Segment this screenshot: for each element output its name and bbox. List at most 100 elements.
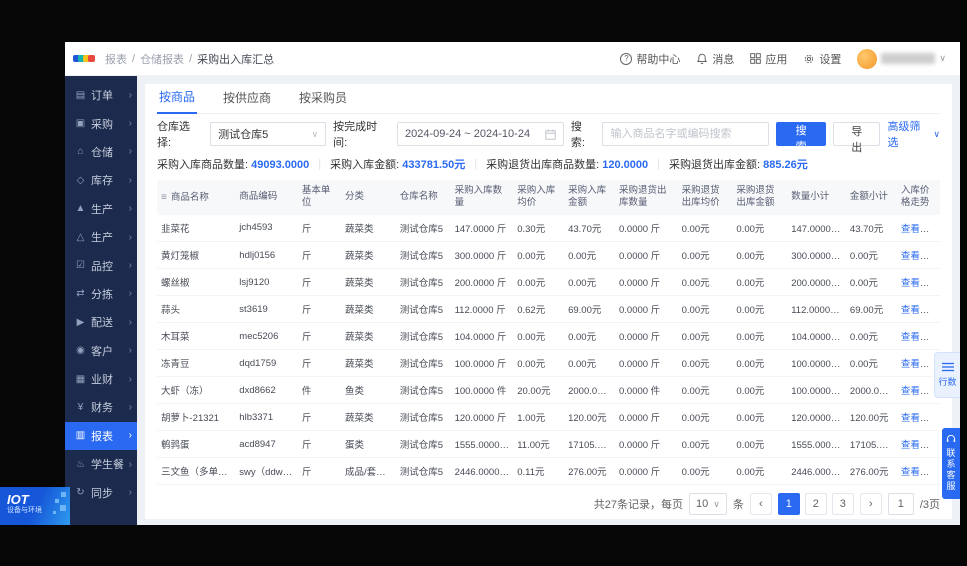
table-cell: 黄灯笼椒 — [157, 242, 235, 269]
view-details-link[interactable]: 查看详情 — [901, 278, 939, 289]
warehouse-select[interactable]: 测试仓库5 ∨ — [210, 122, 326, 146]
next-page-button[interactable]: › — [860, 493, 882, 515]
chevron-right-icon: › — [129, 487, 132, 498]
table-cell: 蔬菜类 — [341, 404, 396, 431]
sidebar-item-10[interactable]: ◉客户› — [65, 337, 137, 365]
summary-item: 采购退货出库商品数量: 120.0000 — [486, 156, 648, 172]
table-cell: 冻青豆 — [157, 350, 235, 377]
table-cell: 0.00元 — [732, 431, 787, 458]
table-cell: 木耳菜 — [157, 323, 235, 350]
sidebar-item-9[interactable]: ▶配送› — [65, 308, 137, 336]
iot-logo: IOT 设备与环境 — [0, 487, 70, 525]
settings-button[interactable]: 设置 — [803, 51, 841, 67]
sidebar-item-13[interactable]: ▥报表› — [65, 422, 137, 450]
table-cell: 120.00元 — [564, 404, 615, 431]
date-range-picker[interactable]: 2024-09-24 ~ 2024-10-24 — [397, 122, 564, 146]
table-cell: 0.0000 斤 — [615, 242, 678, 269]
column-header: 基本单位 — [298, 180, 341, 215]
search-label: 搜索: — [571, 118, 596, 150]
view-details-link[interactable]: 查看详情 — [901, 332, 939, 343]
record-count: 共27条记录，每页 — [594, 496, 683, 512]
table-cell: 三文鱼（多单位） — [157, 458, 235, 485]
gear-icon — [803, 53, 815, 65]
summary-bar: 采购入库商品数量: 49093.0000 | 采购入库金额: 433781.50… — [157, 154, 940, 180]
breadcrumb-reports[interactable]: 报表 — [105, 51, 127, 67]
sidebar-item-15[interactable]: ↻同步› — [65, 478, 137, 506]
tab-by-product[interactable]: 按商品 — [157, 88, 197, 114]
summary-value: 885.26元 — [763, 159, 808, 171]
table-cell: 0.00元 — [732, 377, 787, 404]
apps-button[interactable]: 应用 — [750, 51, 787, 67]
page-button-1[interactable]: 1 — [778, 493, 800, 515]
search-input[interactable] — [602, 122, 769, 146]
table-cell: 276.00元 — [846, 458, 897, 485]
page-size-select[interactable]: 10 ∨ — [689, 493, 727, 515]
tab-by-supplier[interactable]: 按供应商 — [221, 89, 273, 113]
table-cell: 蔬菜类 — [341, 215, 396, 242]
sidebar-item-11[interactable]: ▦业财› — [65, 365, 137, 393]
column-settings-icon[interactable]: ≡ — [161, 192, 167, 203]
table-cell: jch4593 — [235, 215, 298, 242]
view-details-link[interactable]: 查看详情 — [901, 224, 939, 235]
purchase-icon: ▣ — [74, 118, 87, 129]
student-meal-icon: ♨ — [74, 459, 87, 470]
view-details-link[interactable]: 查看详情 — [901, 440, 939, 451]
row-count-tool-button[interactable]: 行数 — [934, 352, 960, 398]
prev-page-button[interactable]: ‹ — [750, 493, 772, 515]
warehouse-icon: ⌂ — [74, 146, 87, 157]
headset-icon — [946, 434, 956, 444]
breadcrumb-warehouse-reports[interactable]: 仓储报表 — [140, 51, 184, 67]
sidebar-item-2[interactable]: ▣采购› — [65, 109, 137, 137]
table-cell: hdlj0156 — [235, 242, 298, 269]
table-cell: 0.00元 — [846, 323, 897, 350]
table-cell: 200.0000 斤 — [451, 269, 514, 296]
sidebar-item-1[interactable]: ▤订单› — [65, 81, 137, 109]
page-jump-input[interactable]: 1 — [888, 493, 914, 515]
view-details-link[interactable]: 查看详情 — [901, 413, 939, 424]
sidebar-item-5[interactable]: ▲生产› — [65, 195, 137, 223]
help-center-button[interactable]: ? 帮助中心 — [620, 51, 680, 67]
user-menu[interactable]: ∨ — [857, 49, 946, 69]
table-cell: 0.00元 — [564, 269, 615, 296]
table-row: 胡萝卜-21321hlb3371斤蔬菜类测试仓库5120.0000 斤1.00元… — [157, 404, 940, 431]
contact-support-button[interactable]: 联系客服 — [942, 428, 960, 499]
sidebar-item-12[interactable]: ¥财务› — [65, 393, 137, 421]
table-cell: 2446.0000 斤 — [787, 458, 846, 485]
sidebar-item-14[interactable]: ♨ 学生餐 › — [65, 450, 137, 478]
table-cell: hlb3371 — [235, 404, 298, 431]
table-cell: 0.00元 — [513, 242, 564, 269]
advanced-filter-link[interactable]: 高级筛选 ∨ — [887, 118, 940, 150]
chevron-right-icon: › — [129, 459, 132, 470]
page-size-unit: 条 — [733, 496, 744, 512]
sidebar-item-label: 学生餐 — [91, 456, 124, 472]
chevron-right-icon: › — [129, 90, 132, 101]
sidebar-item-3[interactable]: ⌂仓储› — [65, 138, 137, 166]
sidebar-item-8[interactable]: ⇄分拣› — [65, 280, 137, 308]
export-button[interactable]: 导出 — [833, 122, 881, 146]
table-cell: 43.70元 — [846, 215, 897, 242]
view-details-link[interactable]: 查看详情 — [901, 251, 939, 262]
search-button[interactable]: 搜索 — [776, 122, 826, 146]
table-cell: dqd1759 — [235, 350, 298, 377]
messages-button[interactable]: 消息 — [696, 51, 734, 67]
table-cell: 100.0000 斤 — [787, 350, 846, 377]
page-button-3[interactable]: 3 — [832, 493, 854, 515]
finance-icon: ¥ — [74, 402, 87, 413]
page-button-2[interactable]: 2 — [805, 493, 827, 515]
table-cell: 0.00元 — [678, 296, 733, 323]
view-details-link[interactable]: 查看详情 — [901, 467, 939, 478]
sidebar-item-6[interactable]: △生产› — [65, 223, 137, 251]
calendar-icon — [545, 129, 556, 140]
table-row: 黄灯笼椒hdlj0156斤蔬菜类测试仓库5300.0000 斤0.00元0.00… — [157, 242, 940, 269]
table-cell: 斤 — [298, 323, 341, 350]
tab-by-purchaser[interactable]: 按采购员 — [297, 89, 349, 113]
table-cell: 0.0000 斤 — [615, 404, 678, 431]
table-cell: 测试仓库5 — [396, 377, 451, 404]
table-cell: 0.00元 — [732, 242, 787, 269]
sidebar-item-label: 生产 — [91, 201, 113, 217]
table-cell: 成品/套餐/组品 — [341, 458, 396, 485]
sidebar-item-7[interactable]: ☑品控› — [65, 251, 137, 279]
table-cell: 2000.00元 — [564, 377, 615, 404]
view-details-link[interactable]: 查看详情 — [901, 305, 939, 316]
sidebar-item-4[interactable]: ◇库存› — [65, 166, 137, 194]
